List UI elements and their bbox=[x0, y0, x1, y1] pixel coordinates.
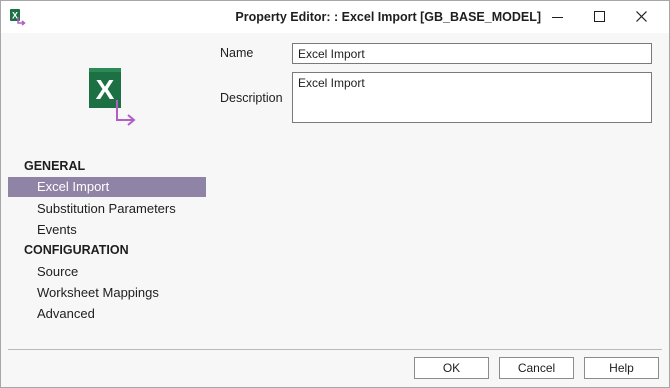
close-button[interactable] bbox=[625, 1, 659, 33]
nav-item-substitution-parameters[interactable]: Substitution Parameters bbox=[8, 199, 206, 219]
title-bar[interactable]: X Property Editor: : Excel Import [GB_BA… bbox=[1, 1, 669, 33]
nav-heading-general: GENERAL bbox=[24, 159, 86, 173]
name-field[interactable] bbox=[292, 43, 652, 64]
cancel-button[interactable]: Cancel bbox=[499, 357, 574, 379]
property-editor-window: X Property Editor: : Excel Import [GB_BA… bbox=[0, 0, 670, 388]
description-field[interactable]: Excel Import bbox=[292, 72, 652, 123]
maximize-icon bbox=[594, 11, 605, 22]
window-title: Property Editor: : Excel Import [GB_BASE… bbox=[235, 10, 541, 24]
nav-item-advanced[interactable]: Advanced bbox=[8, 304, 206, 324]
excel-import-logo: X bbox=[85, 66, 139, 128]
help-button[interactable]: Help bbox=[584, 357, 659, 379]
nav-item-events[interactable]: Events bbox=[8, 220, 206, 240]
nav-item-worksheet-mappings[interactable]: Worksheet Mappings bbox=[8, 283, 206, 303]
nav-item-source[interactable]: Source bbox=[8, 262, 206, 282]
ok-button[interactable]: OK bbox=[414, 357, 489, 379]
footer-divider bbox=[8, 349, 662, 350]
logo-letter: X bbox=[96, 74, 115, 105]
name-label: Name bbox=[220, 46, 254, 60]
nav-item-excel-import[interactable]: Excel Import bbox=[8, 177, 206, 197]
nav-heading-configuration: CONFIGURATION bbox=[24, 243, 129, 257]
close-icon bbox=[636, 11, 647, 22]
maximize-button[interactable] bbox=[583, 1, 617, 33]
minimize-button[interactable] bbox=[541, 1, 575, 33]
minimize-icon bbox=[552, 17, 563, 18]
description-label: Description bbox=[220, 91, 283, 105]
